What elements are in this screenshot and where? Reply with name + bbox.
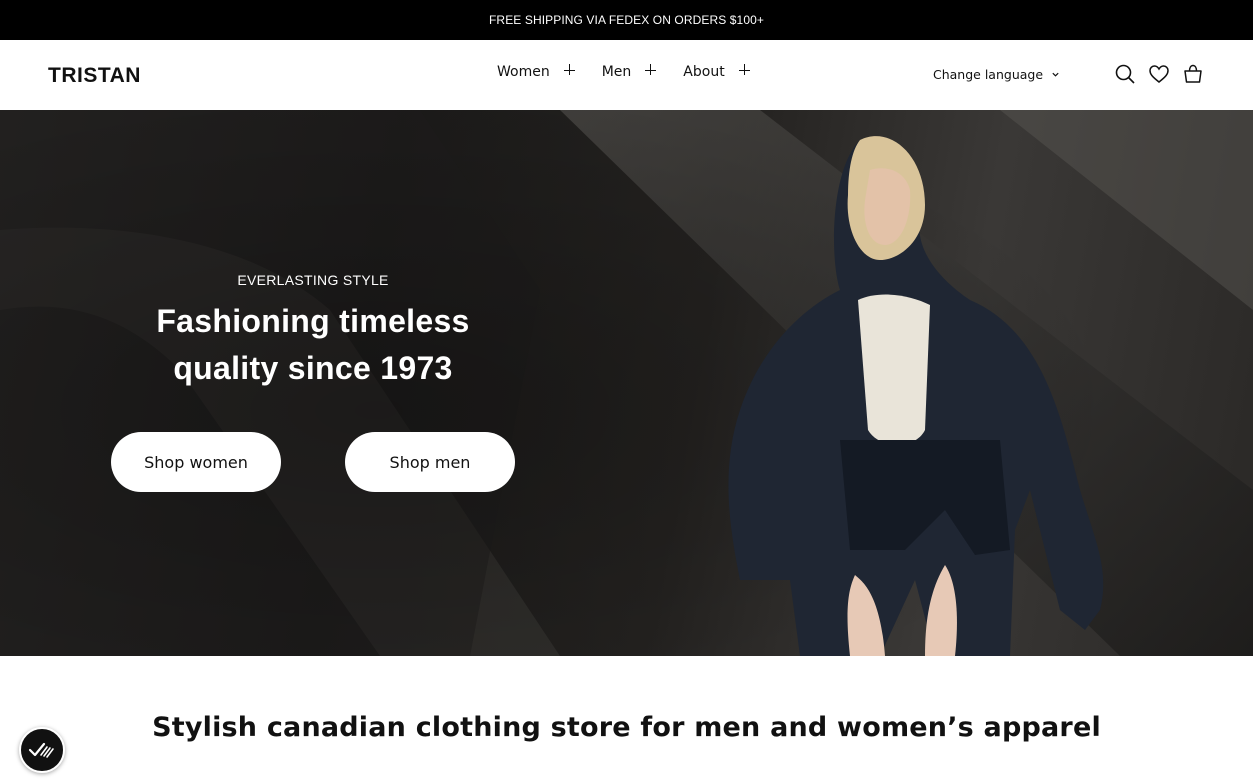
brand-logo[interactable]: TRISTAN bbox=[48, 64, 141, 88]
accessibility-badge[interactable] bbox=[19, 727, 65, 773]
language-label: Change language bbox=[933, 67, 1044, 82]
nav-men-label: Men bbox=[601, 64, 632, 80]
language-selector[interactable]: Change language bbox=[933, 67, 1060, 82]
main-nav: Women Men About bbox=[497, 64, 751, 80]
shop-women-button[interactable]: Shop women bbox=[111, 432, 281, 492]
nav-women[interactable]: Women bbox=[497, 64, 576, 80]
hero-headline: Fashioning timeless quality since 1973 bbox=[113, 298, 513, 392]
plus-icon bbox=[645, 64, 657, 76]
hero-headline-line1: Fashioning timeless bbox=[156, 303, 470, 339]
chevron-down-icon bbox=[1052, 72, 1059, 77]
nav-about[interactable]: About bbox=[683, 64, 750, 80]
hero-eyebrow: EVERLASTING STYLE bbox=[237, 272, 389, 288]
search-icon[interactable] bbox=[1113, 62, 1137, 86]
announcement-bar: FREE SHIPPING VIA FEDEX ON ORDERS $100+ bbox=[0, 0, 1253, 40]
header-actions bbox=[1103, 62, 1205, 86]
plus-icon bbox=[738, 64, 751, 76]
announcement-text: FREE SHIPPING VIA FEDEX ON ORDERS $100+ bbox=[489, 13, 764, 27]
plus-icon bbox=[563, 64, 576, 76]
nav-about-label: About bbox=[683, 64, 725, 80]
site-header: TRISTAN Women Men About Change language bbox=[0, 40, 1253, 110]
accessibility-check-icon bbox=[28, 742, 54, 758]
hero-headline-line2: quality since 1973 bbox=[173, 350, 453, 386]
shopping-bag-icon[interactable] bbox=[1181, 62, 1205, 86]
section-title: Stylish canadian clothing store for men … bbox=[152, 712, 1101, 743]
nav-women-label: Women bbox=[497, 64, 550, 80]
hero-copy: EVERLASTING STYLE Fashioning timeless qu… bbox=[113, 272, 513, 392]
shop-men-button[interactable]: Shop men bbox=[345, 432, 515, 492]
heart-icon[interactable] bbox=[1147, 62, 1171, 86]
hero-banner: EVERLASTING STYLE Fashioning timeless qu… bbox=[0, 110, 1253, 656]
nav-men[interactable]: Men bbox=[602, 64, 658, 80]
